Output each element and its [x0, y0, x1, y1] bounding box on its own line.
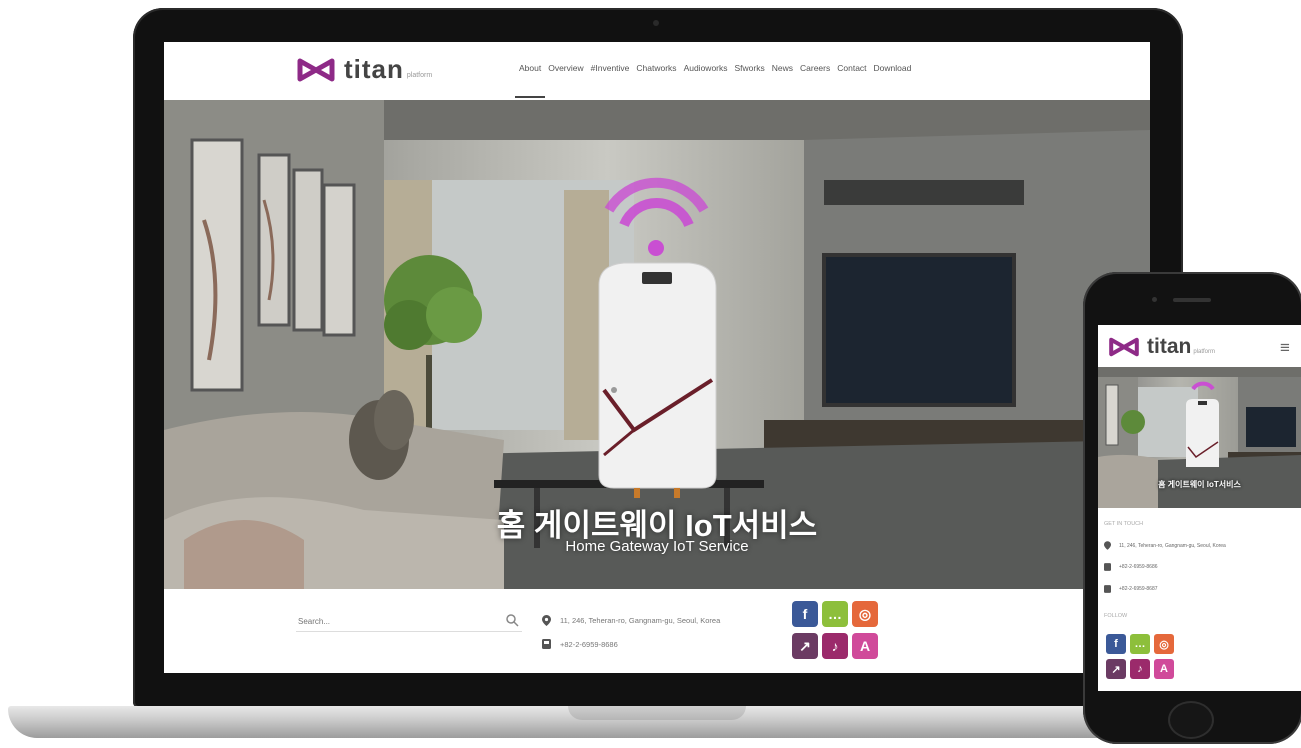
phone-row: +82-2-6959-8686	[542, 632, 720, 656]
mobile-fax-icon	[1104, 585, 1111, 593]
mobile-brand-logo[interactable]: titan platform	[1108, 335, 1215, 359]
search-input[interactable]	[296, 611, 500, 631]
mobile-phone-icon	[1104, 563, 1111, 571]
nav-audioworks[interactable]: Audioworks	[684, 63, 728, 73]
nav-sfworks[interactable]: Sfworks	[735, 63, 765, 73]
main-nav: About Overview #Inventive Chatworks Audi…	[514, 63, 912, 98]
mobile-fax-row: +82-2-6959-8687	[1104, 585, 1158, 593]
mobile-phone-row: +82-2-6959-8686	[1104, 563, 1158, 571]
contact-info: 11, 246, Teheran-ro, Gangnam-gu, Seoul, …	[542, 608, 720, 656]
search-box	[296, 611, 522, 632]
nav-careers[interactable]: Careers	[800, 63, 830, 73]
nav-about[interactable]: About	[514, 63, 546, 98]
facebook-icon[interactable]: f	[792, 601, 818, 627]
nav-download[interactable]: Download	[874, 63, 912, 73]
mobile-location-pin-icon	[1104, 541, 1111, 550]
nav-contact[interactable]: Contact	[837, 63, 866, 73]
brand-logo[interactable]: titan platform	[296, 54, 432, 85]
brand-name: titan	[344, 54, 404, 84]
phone-text: +82-2-6959-8686	[560, 639, 618, 649]
app-icon-2[interactable]: ♪	[822, 633, 848, 659]
nav-overview[interactable]: Overview	[548, 63, 583, 73]
mobile-fax-text: +82-2-6959-8687	[1119, 586, 1158, 592]
mobile-hero-title: 홈 게이트웨이 IoT서비스	[1158, 480, 1241, 489]
laptop-notch	[568, 706, 746, 720]
app-icon-3[interactable]: A	[852, 633, 878, 659]
mobile-brand-name: titan	[1147, 335, 1192, 358]
mobile-app-icon-2[interactable]: ♪	[1130, 659, 1150, 679]
mobile-address-row: 11, 246, Teheran-ro, Gangnam-gu, Seoul, …	[1104, 541, 1226, 550]
phone-screen: titan platform ≡ 홈 게이트웨이 IoT서비스 GET IN T…	[1098, 325, 1301, 691]
social-links: f … ◎ ↗ ♪ A	[792, 601, 878, 659]
phone-home-button	[1168, 701, 1214, 739]
mobile-follow-heading: FOLLOW	[1104, 613, 1128, 619]
site-header: titan platform About Overview #Inventive…	[164, 42, 1150, 100]
phone-icon	[542, 639, 551, 649]
hero-subtitle: Home Gateway IoT Service	[565, 538, 749, 555]
mobile-logo-mark-icon	[1109, 337, 1139, 357]
nav-news[interactable]: News	[772, 63, 793, 73]
hamburger-menu-icon[interactable]: ≡	[1280, 338, 1290, 358]
mobile-phone-text: +82-2-6959-8686	[1119, 564, 1158, 570]
mobile-brand-tagline: platform	[1193, 349, 1216, 355]
phone-speaker	[1173, 298, 1211, 302]
mobile-address-text: 11, 246, Teheran-ro, Gangnam-gu, Seoul, …	[1119, 542, 1226, 549]
nav-chatworks[interactable]: Chatworks	[636, 63, 676, 73]
mobile-instagram-icon[interactable]: ◎	[1154, 634, 1174, 654]
laptop-screen: titan platform About Overview #Inventive…	[164, 42, 1150, 673]
mobile-app-icon-3[interactable]: A	[1154, 659, 1174, 679]
search-icon[interactable]	[505, 613, 519, 627]
site-footer: 11, 246, Teheran-ro, Gangnam-gu, Seoul, …	[164, 589, 1150, 673]
address-text: 11, 246, Teheran-ro, Gangnam-gu, Seoul, …	[560, 615, 721, 625]
mobile-social-links: f … ◎ ↗ ♪ A	[1106, 634, 1174, 679]
instagram-icon[interactable]: ◎	[852, 601, 878, 627]
mobile-app-icon-1[interactable]: ↗	[1106, 659, 1126, 679]
mobile-facebook-icon[interactable]: f	[1106, 634, 1126, 654]
app-icon-1[interactable]: ↗	[792, 633, 818, 659]
mobile-chat-icon[interactable]: …	[1130, 634, 1150, 654]
mobile-contact-heading: GET IN TOUCH	[1104, 521, 1144, 527]
logo-mark-icon	[297, 58, 335, 81]
nav-inventive[interactable]: #Inventive	[591, 63, 630, 73]
address-row: 11, 246, Teheran-ro, Gangnam-gu, Seoul, …	[542, 608, 720, 632]
location-pin-icon	[542, 614, 551, 626]
laptop-camera	[653, 20, 659, 26]
mobile-hero: 홈 게이트웨이 IoT서비스	[1098, 367, 1301, 508]
hero-banner: 홈 게이트웨이 IoT서비스 Home Gateway IoT Service	[164, 100, 1150, 589]
brand-tagline: platform	[406, 72, 433, 79]
phone-camera	[1152, 297, 1157, 302]
chat-icon[interactable]: …	[822, 601, 848, 627]
